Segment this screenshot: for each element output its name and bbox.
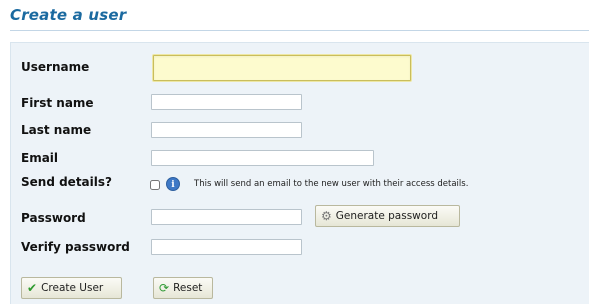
password-input[interactable] [151,209,302,225]
title-divider [10,30,589,31]
username-label: Username [21,60,90,74]
generate-password-button[interactable]: ⚙ Generate password [315,205,460,227]
last-name-label: Last name [21,123,92,137]
generate-password-label: Generate password [335,210,438,222]
create-user-page: Create a user Username First name Last n… [0,0,589,304]
page-title: Create a user [10,6,127,24]
info-icon: i [166,177,180,191]
send-details-label: Send details? [21,175,112,189]
reset-button[interactable]: ⟳ Reset [153,277,213,299]
reset-label: Reset [173,282,203,294]
last-name-input[interactable] [151,122,302,138]
username-input[interactable] [153,55,411,81]
refresh-icon: ⟳ [159,281,170,295]
verify-password-label: Verify password [21,240,130,254]
create-user-button[interactable]: ✔ Create User [21,277,122,299]
send-details-hint: This will send an email to the new user … [194,179,469,189]
verify-password-input[interactable] [151,239,302,255]
email-label: Email [21,151,59,165]
checkmark-icon: ✔ [27,281,38,295]
first-name-input[interactable] [151,94,302,110]
create-user-label: Create User [41,282,104,294]
gear-icon: ⚙ [321,209,332,223]
email-input[interactable] [151,150,374,166]
password-label: Password [21,211,86,225]
create-user-form: Username First name Last name Email Send… [10,42,589,304]
send-details-checkbox[interactable] [150,180,160,190]
first-name-label: First name [21,96,94,110]
